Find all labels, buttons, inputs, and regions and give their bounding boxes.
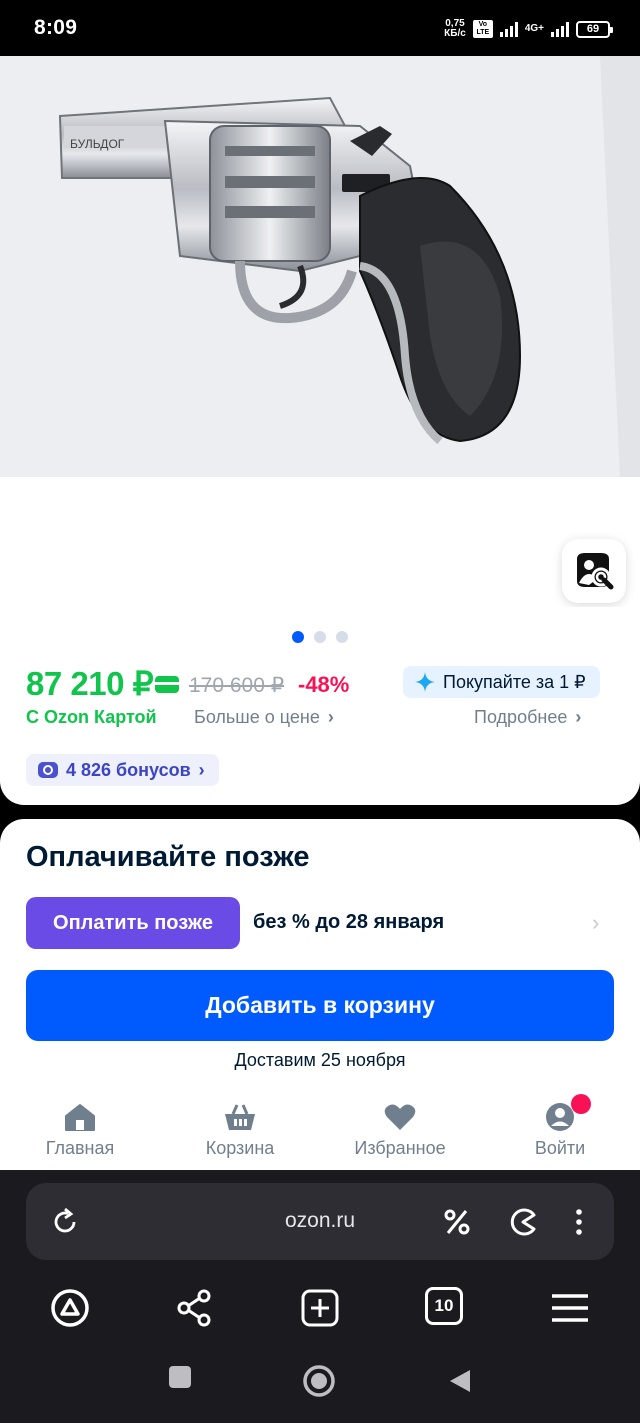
back-icon[interactable]: [448, 1368, 472, 1394]
pay-later-title: Оплачивайте позже: [26, 841, 310, 873]
bonus-chip[interactable]: 4 826 бонусов ›: [26, 754, 219, 786]
image-search-icon: [577, 553, 614, 590]
new-tab-icon[interactable]: [300, 1288, 340, 1328]
home-button-icon[interactable]: [302, 1364, 336, 1398]
discount-badge: -48%: [298, 672, 350, 697]
network-speed: 0,75 КБ/с: [444, 18, 466, 39]
chevron-right-icon: ›: [198, 759, 205, 780]
bottom-navigation: Главная Корзина Избранное Войти: [0, 1094, 640, 1170]
buy-for-1-rub-badge[interactable]: Покупайте за 1 ₽: [403, 666, 600, 698]
more-about-price-link[interactable]: Больше о цене ›: [194, 707, 334, 728]
ozon-card-icon: [155, 676, 179, 693]
address-bar[interactable]: ozon.ru: [26, 1183, 614, 1260]
nav-login[interactable]: Войти: [480, 1094, 640, 1170]
image-area-bottom: [0, 477, 640, 607]
details-link[interactable]: Подробнее ›: [474, 707, 581, 728]
clock: 8:09: [34, 16, 78, 39]
percent-icon[interactable]: [442, 1207, 472, 1237]
ozon-card-label: С Ozon Картой: [26, 707, 157, 727]
chevron-right-icon: ›: [327, 707, 334, 727]
status-icons: 0,75 КБ/с Vo LTE 4G+ 69: [444, 18, 613, 40]
more-vert-icon[interactable]: [564, 1207, 594, 1237]
gallery-pagination[interactable]: [0, 631, 640, 643]
browser-chrome: ozon.ru 10: [0, 1170, 640, 1423]
nav-cart[interactable]: Корзина: [160, 1094, 320, 1170]
delivery-date: Доставим 25 ноября: [234, 1050, 406, 1070]
signal-icon-2: [551, 21, 569, 37]
svg-text:БУЛЬДОГ: БУЛЬДОГ: [70, 137, 125, 151]
tabs-counter[interactable]: 10: [425, 1287, 463, 1325]
nav-favorites[interactable]: Избранное: [320, 1094, 480, 1170]
sparkle-icon: [415, 672, 435, 692]
gallery-dot[interactable]: [314, 631, 326, 643]
heart-icon: [384, 1104, 416, 1130]
pay-later-button[interactable]: Оплатить позже: [26, 897, 240, 949]
pay-later-terms[interactable]: без % до 28 января: [253, 911, 444, 934]
bonus-icon: [38, 762, 58, 778]
notification-badge: [571, 1094, 591, 1114]
recent-apps-icon[interactable]: [169, 1366, 191, 1388]
menu-icon[interactable]: [550, 1288, 590, 1328]
gallery-dot[interactable]: [292, 631, 304, 643]
gallery-dot[interactable]: [336, 631, 348, 643]
basket-icon: [225, 1104, 255, 1130]
current-price: 87 210 ₽: [26, 665, 154, 702]
nav-home[interactable]: Главная: [0, 1094, 160, 1170]
home-icon: [65, 1104, 95, 1131]
chevron-right-icon: ›: [575, 707, 582, 727]
find-similar-button[interactable]: [562, 539, 626, 603]
share-icon[interactable]: [174, 1288, 214, 1328]
revolver-illustration: БУЛЬДОГ: [0, 56, 640, 477]
network-type: 4G+: [524, 23, 544, 34]
price-card: 87 210 ₽ 170 600 ₽ -48% С Ozon Картой Бо…: [0, 607, 640, 805]
battery-icon: 69: [576, 20, 613, 38]
signal-icon: [499, 21, 518, 37]
pacman-icon[interactable]: [508, 1207, 538, 1237]
product-image[interactable]: БУЛЬДОГ: [0, 56, 640, 477]
volte-icon: Vo LTE: [472, 20, 493, 38]
old-price: 170 600 ₽: [189, 674, 285, 697]
chevron-right-icon[interactable]: ›: [592, 910, 599, 936]
alice-icon[interactable]: [50, 1288, 90, 1328]
add-to-cart-button[interactable]: Добавить в корзину: [26, 970, 614, 1041]
status-bar: 8:09 0,75 КБ/с Vo LTE 4G+ 69: [0, 0, 640, 56]
